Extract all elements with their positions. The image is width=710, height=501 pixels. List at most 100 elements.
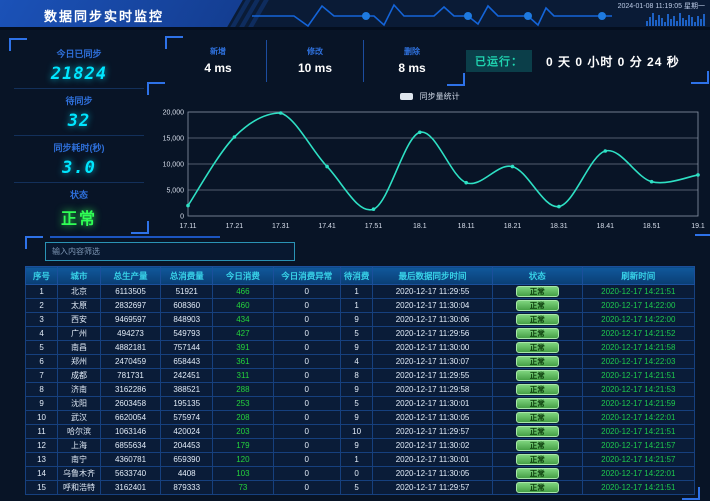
cell-consumption: 420024 [161, 425, 213, 439]
cell-production: 4882181 [100, 341, 160, 355]
stat-label: 今日已同步 [14, 47, 144, 60]
cell-today: 427 [213, 327, 273, 341]
cell-production: 781731 [100, 369, 160, 383]
filter-input[interactable] [45, 242, 295, 261]
chart-point [511, 165, 515, 169]
equalizer-bar [676, 21, 678, 26]
cell-status: 正常 [492, 327, 582, 341]
cell-status: 正常 [492, 313, 582, 327]
cell-consumption: 659390 [161, 453, 213, 467]
column-header-2: 总生产量 [100, 267, 160, 285]
chart-y-tick: 0 [180, 214, 184, 221]
latency-label: 删除 [364, 46, 460, 57]
cell-city: 济南 [58, 383, 101, 397]
cell-last-sync: 2020-12-17 11:29:55 [373, 369, 493, 383]
table-row: 2太原2832697608360460012020-12-17 11:30:04… [26, 299, 695, 313]
cell-abnormal: 0 [273, 355, 341, 369]
cell-last-sync: 2020-12-17 11:29:57 [373, 481, 493, 495]
chart-x-tick: 18.1 [413, 223, 427, 230]
cell-refresh: 2020-12-17 14:22:01 [582, 411, 694, 425]
cell-production: 6855634 [100, 439, 160, 453]
legend-label: 同步量统计 [420, 92, 460, 101]
latency-label: 新增 [170, 46, 266, 57]
table-row: 12上海6855634204453179092020-12-17 11:30:0… [26, 439, 695, 453]
cell-city: 太原 [58, 299, 101, 313]
latency-value: 8 ms [364, 61, 460, 75]
cell-seq: 2 [26, 299, 58, 313]
cell-production: 2832697 [100, 299, 160, 313]
cell-seq: 3 [26, 313, 58, 327]
cell-today: 253 [213, 397, 273, 411]
cell-abnormal: 0 [273, 369, 341, 383]
cell-pending: 5 [341, 397, 373, 411]
chart-point [696, 173, 700, 177]
status-badge: 正常 [516, 286, 559, 297]
equalizer-bar [685, 20, 687, 26]
table-row: 13南宁4360781659390120012020-12-17 11:30:0… [26, 453, 695, 467]
cell-production: 2470459 [100, 355, 160, 369]
status-badge: 正常 [516, 482, 559, 493]
cell-abnormal: 0 [273, 467, 341, 481]
cell-city: 乌鲁木齐 [58, 467, 101, 481]
cell-pending: 5 [341, 481, 373, 495]
status-badge: 正常 [516, 314, 559, 325]
latency-value: 4 ms [170, 61, 266, 75]
chart-point [418, 131, 422, 135]
cell-last-sync: 2020-12-17 11:29:56 [373, 327, 493, 341]
cell-seq: 11 [26, 425, 58, 439]
cell-today: 466 [213, 285, 273, 299]
cell-consumption: 242451 [161, 369, 213, 383]
cell-seq: 10 [26, 411, 58, 425]
cell-production: 4360781 [100, 453, 160, 467]
cell-today: 203 [213, 425, 273, 439]
cell-pending: 10 [341, 425, 373, 439]
cell-abnormal: 0 [273, 313, 341, 327]
cell-seq: 13 [26, 453, 58, 467]
status-badge: 正常 [516, 468, 559, 479]
cell-production: 3162401 [100, 481, 160, 495]
status-badge: 正常 [516, 300, 559, 311]
cell-last-sync: 2020-12-17 11:30:01 [373, 397, 493, 411]
table-row: 11哈尔滨10631464200242030102020-12-17 11:29… [26, 425, 695, 439]
status-badge: 正常 [516, 426, 559, 437]
cell-consumption: 549793 [161, 327, 213, 341]
cell-production: 9469597 [100, 313, 160, 327]
equalizer-bar [646, 21, 648, 26]
cell-today: 73 [213, 481, 273, 495]
cell-production: 2603458 [100, 397, 160, 411]
equalizer-bar [688, 15, 690, 26]
cell-seq: 12 [26, 439, 58, 453]
cell-city: 广州 [58, 327, 101, 341]
chart-point [464, 181, 468, 185]
chart-y-tick: 5,000 [166, 188, 184, 195]
cell-refresh: 2020-12-17 14:21:53 [582, 383, 694, 397]
cell-today: 434 [213, 313, 273, 327]
cell-consumption: 608360 [161, 299, 213, 313]
legend-marker-icon [400, 93, 413, 100]
status-badge: 正常 [516, 370, 559, 381]
cell-production: 1063146 [100, 425, 160, 439]
chart-y-tick: 10,000 [163, 162, 185, 169]
cell-city: 郑州 [58, 355, 101, 369]
uptime-value: 0 天 0 小时 0 分 24 秒 [546, 53, 680, 70]
status-badge: 正常 [516, 454, 559, 465]
chart-point [604, 149, 608, 153]
cell-pending: 9 [341, 313, 373, 327]
stat-block-2: 同步耗时(秒)3.0 [14, 136, 144, 183]
app-header: 数据同步实时监控 2024-01-08 11:19:05 星期一 [0, 0, 710, 30]
pulse-line-decoration [252, 2, 612, 28]
equalizer-bar [673, 16, 675, 26]
filter-line-decoration [50, 236, 220, 238]
cell-city: 西安 [58, 313, 101, 327]
stat-value: 3.0 [14, 158, 144, 178]
cell-status: 正常 [492, 481, 582, 495]
table-row: 5南昌4882181757144391092020-12-17 11:30:00… [26, 341, 695, 355]
cell-production: 6113505 [100, 285, 160, 299]
column-header-1: 城市 [58, 267, 101, 285]
chart-legend[interactable]: 同步量统计 [152, 91, 708, 102]
cell-abnormal: 0 [273, 383, 341, 397]
equalizer-bar [652, 13, 654, 26]
column-header-7: 最后数据同步时间 [373, 267, 493, 285]
cell-status: 正常 [492, 355, 582, 369]
city-sync-table: 序号城市总生产量总消费量今日消费今日消费异常待消费最后数据同步时间状态刷新时间 … [25, 266, 695, 495]
